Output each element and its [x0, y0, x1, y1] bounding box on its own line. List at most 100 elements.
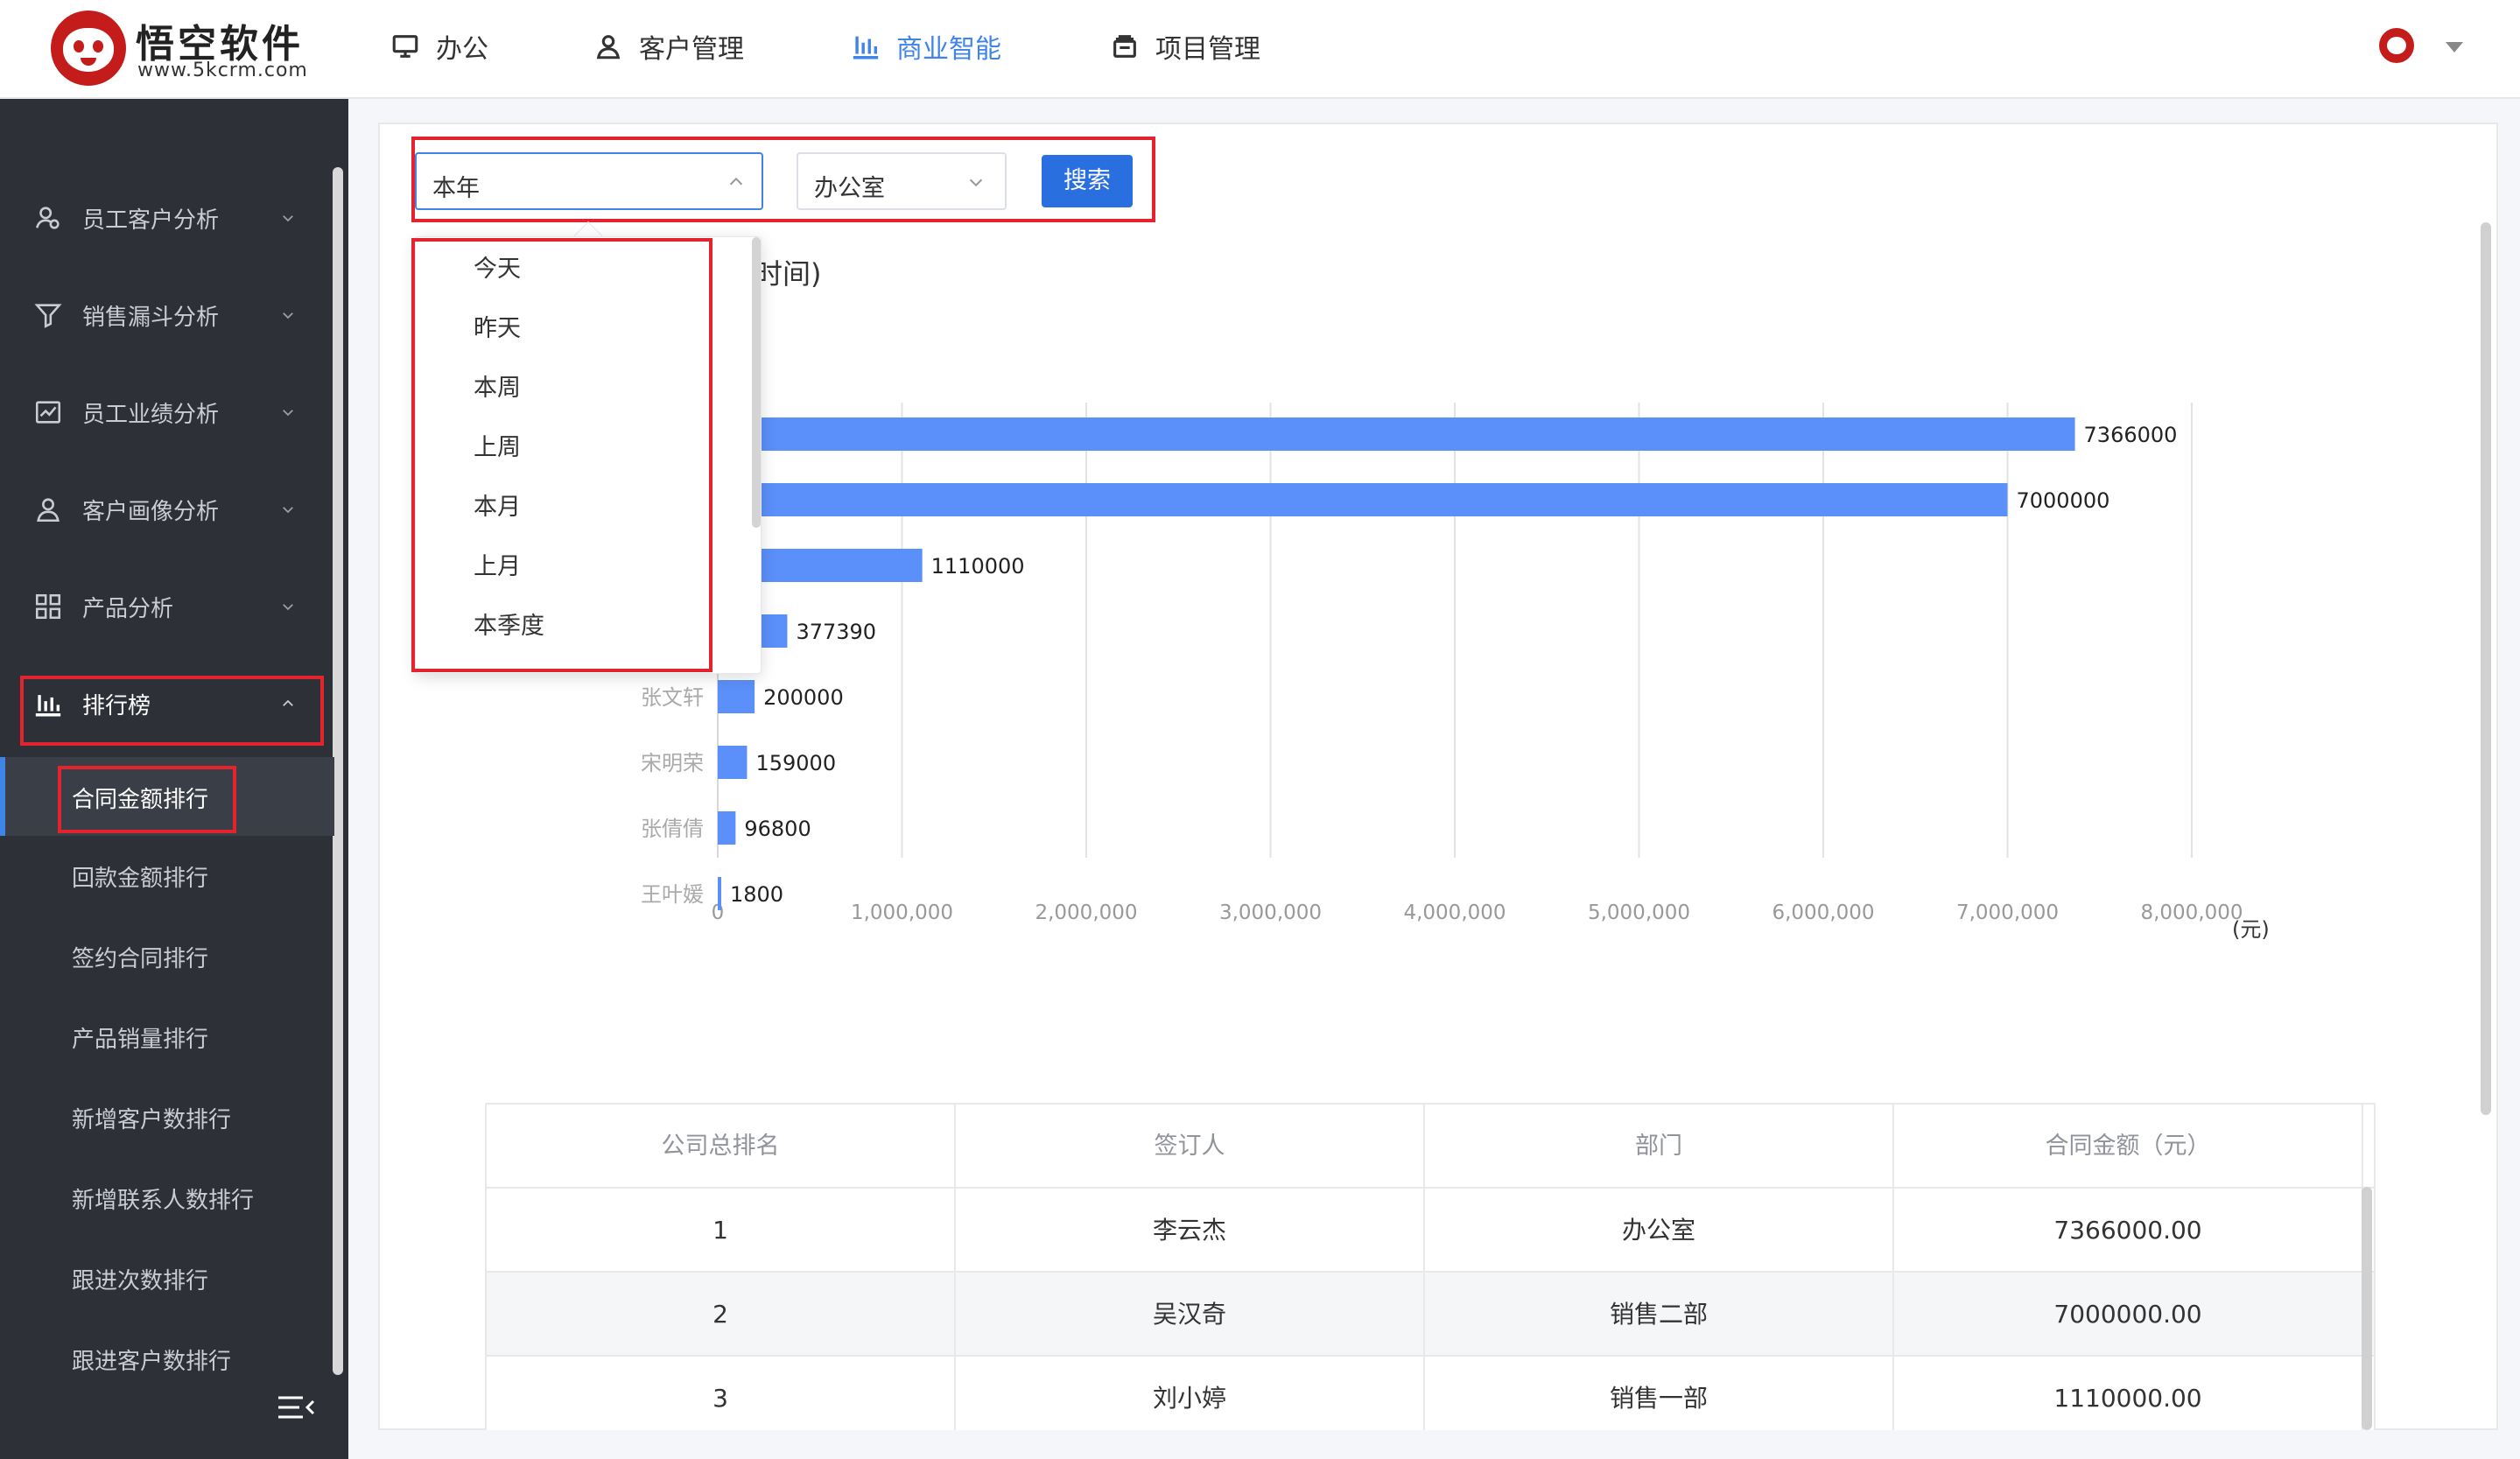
- sidebar-sub-followup-customers[interactable]: 跟进客户数排行: [0, 1319, 334, 1398]
- top-header: 悟空软件 www.5kcrm.com 办公 客户管理 商业智能 项目管理: [0, 0, 2520, 99]
- bar-value-label: 1800: [730, 882, 783, 907]
- time-option-this-quarter[interactable]: 本季度: [474, 607, 544, 641]
- x-tick-label: 1,000,000: [851, 901, 953, 924]
- nav-customer-label: 客户管理: [639, 34, 744, 65]
- funnel-icon: [34, 304, 62, 328]
- monkey-logo-icon: [51, 11, 126, 86]
- bar[interactable]: [718, 877, 721, 910]
- table-row[interactable]: 1 李云杰 办公室 7366000.00: [487, 1189, 2374, 1273]
- chevron-down-icon: [283, 312, 293, 319]
- sidebar-sub-product-sales[interactable]: 产品销量排行: [0, 997, 334, 1076]
- sidebar-sub-label: 回款金额排行: [72, 866, 209, 892]
- sidebar-sub-label: 合同金额排行: [72, 787, 209, 813]
- x-tick-label: 2,000,000: [1035, 901, 1137, 924]
- chart-unit-label: (元): [2232, 917, 2270, 942]
- time-option-yesterday[interactable]: 昨天: [474, 309, 521, 343]
- sidebar-sub-label: 新增客户数排行: [72, 1107, 232, 1133]
- time-option-this-month[interactable]: 本月: [474, 488, 521, 522]
- bar-value-label: 7000000: [2017, 488, 2110, 513]
- x-tick-label: 4,000,000: [1403, 901, 1506, 924]
- nav-project[interactable]: 项目管理: [1110, 25, 1260, 68]
- sidebar-item-sales-funnel[interactable]: 销售漏斗分析: [0, 288, 324, 340]
- table-row[interactable]: 3 刘小婷 销售一部 1110000.00: [487, 1357, 2374, 1430]
- project-icon: [1113, 35, 1136, 58]
- department-select[interactable]: 办公室: [797, 152, 1007, 210]
- sidebar-sub-signed-contracts[interactable]: 签约合同排行: [0, 916, 334, 995]
- nav-project-label: 项目管理: [1155, 34, 1260, 65]
- time-option-this-week[interactable]: 本周: [474, 368, 521, 403]
- brand-logo[interactable]: 悟空软件 www.5kcrm.com: [51, 11, 322, 89]
- sidebar-sub-label: 签约合同排行: [72, 946, 209, 972]
- ranking-table: 公司总排名 签订人 部门 合同金额（元） 1 李云杰 办公室 7366000.0…: [485, 1103, 2376, 1430]
- table-row[interactable]: 2 吴汉奇 销售二部 7000000.00: [487, 1273, 2374, 1357]
- nav-customer[interactable]: 客户管理: [593, 25, 744, 68]
- table-cell: 销售二部: [1425, 1273, 1894, 1357]
- table-cell: 刘小婷: [956, 1357, 1425, 1430]
- bar[interactable]: [718, 746, 748, 779]
- sidebar-sub-label: 产品销量排行: [72, 1027, 209, 1053]
- sidebar: 员工客户分析 销售漏斗分析 员工业绩分析 客户画像分析 产品分析 排行榜 合同金…: [0, 99, 348, 1459]
- nav-office[interactable]: 办公: [390, 25, 488, 68]
- sidebar-item-product-analysis[interactable]: 产品分析: [0, 579, 324, 632]
- sidebar-sub-contract-amount[interactable]: 合同金额排行: [0, 757, 334, 836]
- x-tick-label: 8,000,000: [2140, 901, 2243, 924]
- table-cell: 李云杰: [956, 1189, 1425, 1273]
- table-header-cell: 签订人: [956, 1105, 1425, 1189]
- bar[interactable]: [718, 417, 2075, 451]
- user-icon: [596, 35, 621, 60]
- chevron-down-icon: [283, 507, 293, 514]
- sidebar-item-employee-customer[interactable]: 员工客户分析: [0, 191, 324, 243]
- sidebar-item-employee-performance[interactable]: 员工业绩分析: [0, 385, 324, 438]
- product-grid-icon: [35, 593, 61, 620]
- table-cell: 3: [487, 1357, 956, 1430]
- sidebar-sub-followup-count[interactable]: 跟进次数排行: [0, 1238, 334, 1317]
- x-tick-label: 6,000,000: [1772, 901, 1874, 924]
- bar-value-label: 377390: [796, 620, 876, 644]
- bar-chart-icon: [853, 36, 879, 60]
- bar[interactable]: [718, 811, 736, 845]
- performance-icon: [35, 401, 61, 424]
- table-scrollbar[interactable]: [2362, 1187, 2372, 1430]
- time-option-today[interactable]: 今天: [474, 249, 521, 284]
- caret-down-icon[interactable]: [2446, 42, 2463, 53]
- sidebar-sub-new-customers[interactable]: 新增客户数排行: [0, 1077, 334, 1156]
- bar-value-label: 159000: [755, 751, 836, 775]
- user-avatar[interactable]: [2379, 28, 2414, 63]
- table-cell: 1110000.00: [1894, 1357, 2363, 1430]
- chart-title: 时间): [755, 257, 822, 291]
- bar[interactable]: [718, 680, 755, 713]
- time-range-dropdown: 今天 昨天 本周 上周 本月 上月 本季度: [415, 236, 762, 674]
- chevron-up-icon: [283, 699, 293, 706]
- sidebar-sub-payment-amount[interactable]: 回款金额排行: [0, 836, 334, 915]
- table-header-row: 公司总排名 签订人 部门 合同金额（元）: [487, 1105, 2374, 1189]
- sidebar-sub-label: 跟进次数排行: [72, 1268, 209, 1294]
- bar[interactable]: [718, 483, 2008, 516]
- dropdown-scrollbar[interactable]: [752, 237, 761, 528]
- table-cell: 办公室: [1425, 1189, 1894, 1273]
- sidebar-sub-label: 新增联系人数排行: [72, 1188, 255, 1214]
- collapse-menu-icon[interactable]: [277, 1394, 315, 1420]
- x-tick-label: 5,000,000: [1588, 901, 1690, 924]
- monitor-icon: [392, 35, 418, 58]
- x-tick-label: 3,000,000: [1219, 901, 1322, 924]
- search-button[interactable]: 搜索: [1042, 155, 1133, 207]
- bar-value-label: 96800: [744, 817, 811, 841]
- sidebar-item-customer-portrait[interactable]: 客户画像分析: [0, 482, 324, 535]
- sidebar-sub-new-contacts[interactable]: 新增联系人数排行: [0, 1158, 334, 1237]
- x-tick-label: 7,000,000: [1956, 901, 2059, 924]
- table-cell: 销售一部: [1425, 1357, 1894, 1430]
- main-scrollbar[interactable]: [2481, 222, 2491, 1115]
- chevron-up-icon: [729, 177, 743, 186]
- bar-value-label: 200000: [763, 685, 844, 710]
- category-label: 宋明荣: [641, 751, 704, 775]
- time-option-last-month[interactable]: 上月: [474, 547, 521, 581]
- chevron-down-icon: [283, 215, 293, 222]
- sidebar-item-ranking[interactable]: 排行榜: [0, 677, 324, 729]
- sidebar-item-label: 销售漏斗分析: [82, 305, 220, 331]
- nav-bi[interactable]: 商业智能: [851, 25, 1001, 68]
- time-range-select[interactable]: 本年: [415, 152, 763, 210]
- department-value: 办公室: [814, 175, 885, 202]
- chevron-down-icon: [283, 410, 293, 417]
- sidebar-item-label: 员工业绩分析: [82, 402, 220, 428]
- time-option-last-week[interactable]: 上周: [474, 428, 521, 462]
